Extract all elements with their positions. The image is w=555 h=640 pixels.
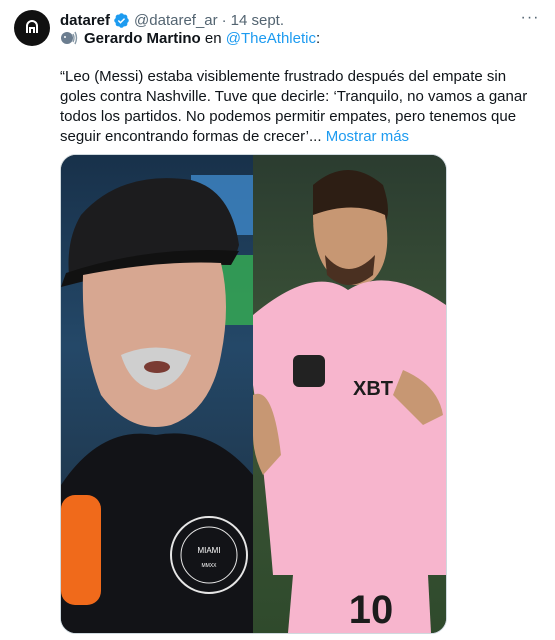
tweet-header: dataref @dataref_ar · 14 sept. xyxy=(60,10,284,30)
speaking-head-icon xyxy=(60,29,78,47)
tweet[interactable]: dataref @dataref_ar · 14 sept. ··· Gerar… xyxy=(0,0,555,640)
verified-badge-icon xyxy=(113,12,130,29)
show-more-link[interactable]: Mostrar más xyxy=(326,128,409,145)
media-image-messi[interactable]: XBT 10 xyxy=(253,155,446,633)
tweet-body: “Leo (Messi) estaba visiblemente frustra… xyxy=(60,67,536,147)
author-handle[interactable]: @dataref_ar xyxy=(134,12,218,29)
messi-illustration: XBT 10 xyxy=(253,170,446,633)
media-image-martino[interactable]: MIAMI MMXX xyxy=(61,155,253,633)
more-options-icon[interactable]: ··· xyxy=(519,10,541,30)
quote-speaker: Gerardo Martino xyxy=(84,29,201,47)
tweet-media[interactable]: MIAMI MMXX XBT 10 xyxy=(60,154,447,634)
tweet-text: “Leo (Messi) estaba visiblemente frustra… xyxy=(60,68,528,145)
quote-connector: en xyxy=(204,29,222,47)
jersey-number: 10 xyxy=(349,588,394,632)
quote-attribution: Gerardo Martino en @TheAthletic : xyxy=(60,29,320,47)
tweet-date[interactable]: 14 sept. xyxy=(231,12,284,29)
martino-illustration: MIAMI MMXX xyxy=(61,175,253,633)
jersey-sponsor: XBT xyxy=(353,378,393,400)
separator: · xyxy=(221,11,227,29)
mention-link[interactable]: @TheAthletic xyxy=(226,30,316,47)
logo-year: MMXX xyxy=(202,563,218,569)
logo-text: MIAMI xyxy=(197,546,220,555)
quote-colon: : xyxy=(315,29,321,47)
dataref-logo-icon xyxy=(22,18,42,38)
avatar[interactable] xyxy=(14,10,50,46)
author-name[interactable]: dataref xyxy=(60,12,110,29)
